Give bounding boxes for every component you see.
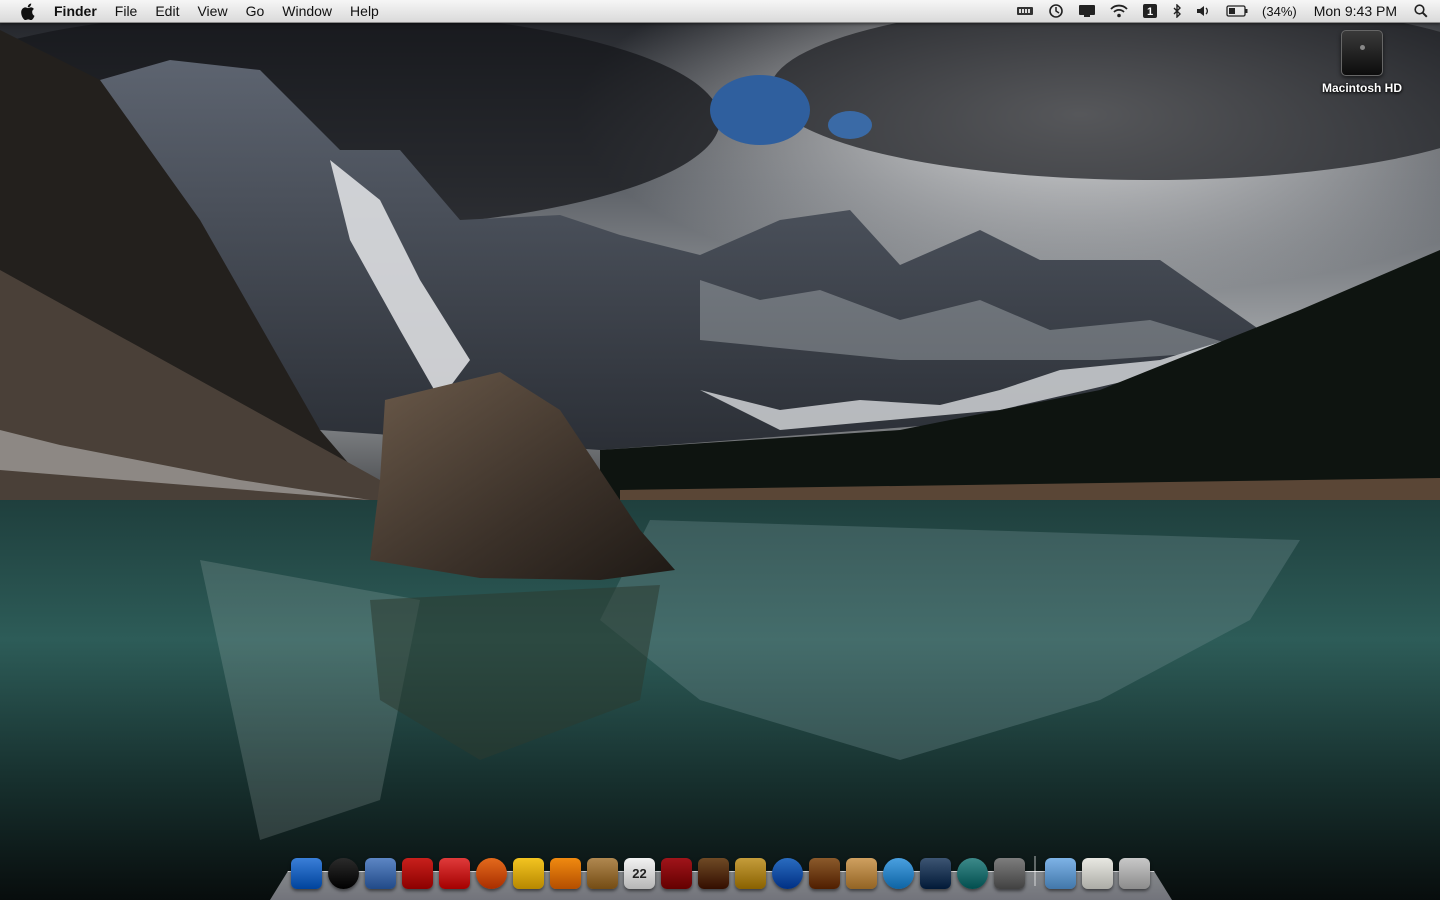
menu-clock[interactable]: Mon 9:43 PM xyxy=(1304,3,1407,19)
spaces-indicator-icon[interactable]: 1 xyxy=(1135,0,1165,22)
menu-bar: Finder File Edit View Go Window Help 1 (… xyxy=(0,0,1440,23)
spaces-icon xyxy=(920,858,951,889)
dock-item-dashboard[interactable] xyxy=(325,855,362,892)
dock-item-photo-booth[interactable] xyxy=(658,855,695,892)
wifi-icon[interactable] xyxy=(1103,0,1135,22)
menu-window[interactable]: Window xyxy=(273,0,341,22)
dock-item-vlc[interactable] xyxy=(547,855,584,892)
desktop-icon-label: Macintosh HD xyxy=(1321,81,1402,95)
memory-meter-icon[interactable] xyxy=(1009,0,1041,22)
address-book-icon xyxy=(587,858,618,889)
dock-item-applications-folder[interactable] xyxy=(1042,855,1079,892)
iphoto-icon xyxy=(698,858,729,889)
menu-app-name[interactable]: Finder xyxy=(42,0,106,22)
adium-like-icon xyxy=(439,858,470,889)
imovie-star-icon xyxy=(735,858,766,889)
finder-icon xyxy=(291,858,322,889)
ical-icon: 22 xyxy=(624,858,655,889)
documents-stack-icon xyxy=(1082,858,1113,889)
trash-icon xyxy=(1119,858,1150,889)
preview-icon xyxy=(846,858,877,889)
dock-item-itunes[interactable] xyxy=(880,855,917,892)
applications-folder-icon xyxy=(1045,858,1076,889)
dock-item-preview[interactable] xyxy=(843,855,880,892)
garageband-icon xyxy=(809,858,840,889)
menu-file[interactable]: File xyxy=(106,0,147,22)
dock-item-firefox[interactable] xyxy=(473,855,510,892)
time-machine-icon xyxy=(957,858,988,889)
desktop-wallpaper xyxy=(0,0,1440,900)
dock-item-system-preferences[interactable] xyxy=(991,855,1028,892)
dock-item-garageband[interactable] xyxy=(806,855,843,892)
dock: 22 xyxy=(270,850,1172,900)
menu-edit[interactable]: Edit xyxy=(146,0,188,22)
system-preferences-icon xyxy=(994,858,1025,889)
dock-item-documents-stack[interactable] xyxy=(1079,855,1116,892)
svg-text:1: 1 xyxy=(1147,6,1153,18)
menu-view[interactable]: View xyxy=(188,0,236,22)
dock-items: 22 xyxy=(288,850,1153,892)
dock-item-chair-app[interactable] xyxy=(399,855,436,892)
chair-app-icon xyxy=(402,858,433,889)
apple-menu-icon[interactable] xyxy=(12,0,42,22)
mail-icon xyxy=(365,858,396,889)
firefox-icon xyxy=(476,858,507,889)
dock-item-iphoto[interactable] xyxy=(695,855,732,892)
display-mirroring-icon[interactable] xyxy=(1071,0,1103,22)
dock-item-finder[interactable] xyxy=(288,855,325,892)
vlc-icon xyxy=(550,858,581,889)
bluetooth-icon[interactable] xyxy=(1165,0,1189,22)
dock-item-imovie-star[interactable] xyxy=(732,855,769,892)
hard-drive-icon xyxy=(1341,30,1383,76)
itunes-icon xyxy=(883,858,914,889)
calendar-date: 22 xyxy=(632,866,647,881)
dvd-player-icon xyxy=(772,858,803,889)
dock-item-dvd-player[interactable] xyxy=(769,855,806,892)
dock-item-trash[interactable] xyxy=(1116,855,1153,892)
volume-icon[interactable] xyxy=(1189,0,1219,22)
dock-item-adium-like[interactable] xyxy=(436,855,473,892)
dock-item-time-machine[interactable] xyxy=(954,855,991,892)
dock-separator xyxy=(1034,856,1036,886)
photo-booth-icon xyxy=(661,858,692,889)
battery-icon[interactable] xyxy=(1219,0,1255,22)
menu-help[interactable]: Help xyxy=(341,0,388,22)
dock-item-mail[interactable] xyxy=(362,855,399,892)
menu-go[interactable]: Go xyxy=(237,0,274,22)
dock-item-adium-duck[interactable] xyxy=(510,855,547,892)
dashboard-icon xyxy=(328,858,359,889)
spotlight-search-icon[interactable] xyxy=(1407,0,1440,22)
dock-item-spaces[interactable] xyxy=(917,855,954,892)
battery-percentage[interactable]: (34%) xyxy=(1255,4,1304,19)
dock-item-ical[interactable]: 22 xyxy=(621,855,658,892)
adium-duck-icon xyxy=(513,858,544,889)
time-machine-status-icon[interactable] xyxy=(1041,0,1071,22)
dock-item-address-book[interactable] xyxy=(584,855,621,892)
desktop-icon-macintosh-hd[interactable]: Macintosh HD xyxy=(1310,30,1414,95)
